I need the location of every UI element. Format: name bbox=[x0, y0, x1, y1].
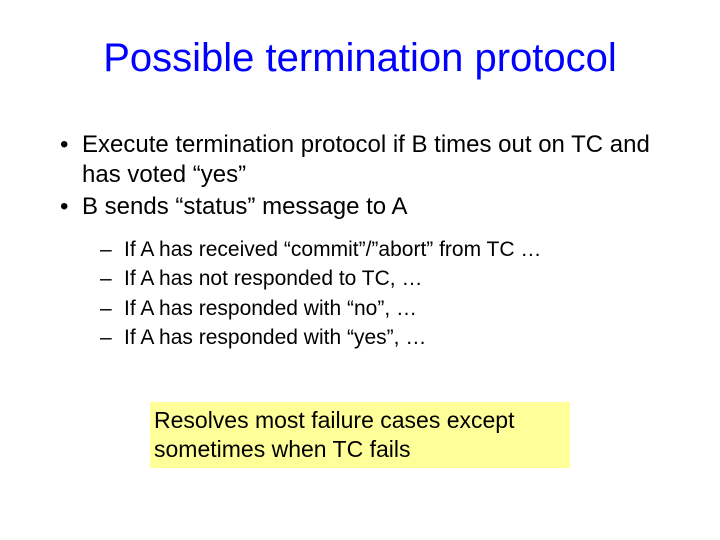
bullet-level1: • Execute termination protocol if B time… bbox=[60, 130, 660, 190]
bullet-text: If A has received “commit”/”abort” from … bbox=[124, 236, 660, 264]
bullet-level1: • B sends “status” message to A bbox=[60, 192, 660, 222]
bullet-text: If A has responded with “no”, … bbox=[124, 295, 660, 323]
bullet-level2: – If A has not responded to TC, … bbox=[100, 265, 660, 293]
sub-bullet-list: – If A has received “commit”/”abort” fro… bbox=[100, 236, 660, 352]
bullet-text: B sends “status” message to A bbox=[82, 192, 660, 222]
slide-title: Possible termination protocol bbox=[0, 36, 720, 80]
dash-marker: – bbox=[100, 295, 124, 323]
dash-marker: – bbox=[100, 324, 124, 352]
bullet-marker: • bbox=[60, 192, 82, 222]
slide: Possible termination protocol • Execute … bbox=[0, 0, 720, 540]
bullet-text: If A has responded with “yes”, … bbox=[124, 324, 660, 352]
bullet-level2: – If A has responded with “yes”, … bbox=[100, 324, 660, 352]
dash-marker: – bbox=[100, 265, 124, 293]
bullet-level2: – If A has responded with “no”, … bbox=[100, 295, 660, 323]
slide-body: • Execute termination protocol if B time… bbox=[60, 130, 660, 353]
bullet-text: If A has not responded to TC, … bbox=[124, 265, 660, 293]
bullet-level2: – If A has received “commit”/”abort” fro… bbox=[100, 236, 660, 264]
bullet-marker: • bbox=[60, 130, 82, 190]
dash-marker: – bbox=[100, 236, 124, 264]
bullet-text: Execute termination protocol if B times … bbox=[82, 130, 660, 190]
highlight-callout: Resolves most failure cases except somet… bbox=[150, 402, 570, 468]
